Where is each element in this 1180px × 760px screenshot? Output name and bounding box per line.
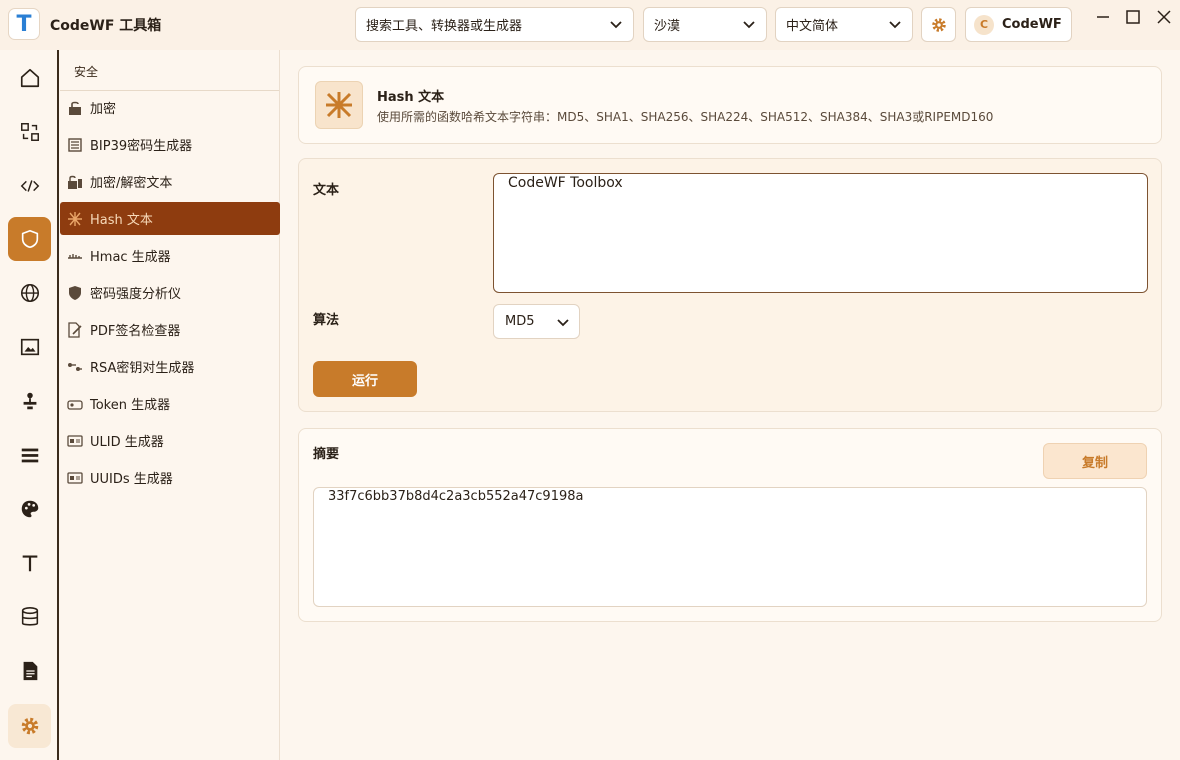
home-nav-button[interactable] <box>8 56 51 100</box>
minimize-icon[interactable] <box>1094 8 1112 26</box>
theme-value: 沙漠 <box>654 19 681 34</box>
settings-button[interactable] <box>921 7 956 42</box>
list-icon <box>21 448 38 463</box>
settings-nav-button[interactable] <box>8 704 51 748</box>
tool-header-card: Hash 文本 使用所需的函数哈希文本字符串：MD5、SHA1、SHA256、S… <box>298 66 1162 144</box>
search-placeholder: 搜索工具、转换器或生成器 <box>366 19 523 34</box>
avatar: C <box>974 14 994 35</box>
design-nav-button[interactable] <box>8 487 51 531</box>
run-button[interactable]: 运行 <box>313 361 417 397</box>
hmac-icon <box>66 247 84 265</box>
lock-key-icon <box>66 173 84 191</box>
search-select[interactable]: 搜索工具、转换器或生成器 <box>355 7 634 42</box>
globe-icon <box>20 283 39 303</box>
text-icon <box>22 555 37 572</box>
token-icon <box>66 395 84 413</box>
menu-item-uuids[interactable]: UUIDs 生成器 <box>60 461 280 494</box>
language-select[interactable]: 中文简体 <box>775 7 913 42</box>
security-nav-button[interactable] <box>8 217 51 261</box>
tool-menu: 安全 加密 BIP39密码生成器 加密/解密文本 Hash 文本 Hmac 生成… <box>60 50 280 760</box>
app-logo: T <box>8 8 40 40</box>
database-nav-button[interactable] <box>8 595 51 639</box>
output-card: 摘要 复制 33f7c6bb37b8d4c2a3cb552a47c9198a <box>298 428 1162 622</box>
lock-icon <box>66 99 84 117</box>
menu-item-label: 加密/解密文本 <box>90 176 173 191</box>
key-pair-icon <box>66 358 84 376</box>
shield-filled-icon <box>66 284 84 302</box>
menu-item-password-strength[interactable]: 密码强度分析仪 <box>60 276 280 309</box>
id-card-icon <box>66 432 84 450</box>
game-nav-button[interactable] <box>8 379 51 423</box>
tool-title: Hash 文本 <box>377 90 445 105</box>
menu-item-label: ULID 生成器 <box>90 435 164 450</box>
user-button[interactable]: C CodeWF <box>965 7 1072 42</box>
hash-icon <box>66 210 84 228</box>
menu-item-rsa-keypair[interactable]: RSA密钥对生成器 <box>60 350 280 383</box>
digest-output[interactable]: 33f7c6bb37b8d4c2a3cb552a47c9198a <box>313 487 1147 607</box>
text-label: 文本 <box>313 183 340 198</box>
maximize-icon[interactable] <box>1124 8 1142 26</box>
menu-item-label: UUIDs 生成器 <box>90 472 173 487</box>
image-nav-button[interactable] <box>8 325 51 369</box>
document-list-icon <box>66 136 84 154</box>
title-bar: T CodeWF 工具箱 搜索工具、转换器或生成器 沙漠 中文简体 C Code… <box>0 0 1180 50</box>
menu-item-hmac[interactable]: Hmac 生成器 <box>60 239 280 272</box>
copy-button[interactable]: 复制 <box>1043 443 1147 479</box>
chevron-down-icon <box>610 21 622 29</box>
home-icon <box>20 68 39 88</box>
shield-icon <box>21 229 38 249</box>
list-nav-button[interactable] <box>8 433 51 477</box>
input-form-card: 文本 CodeWF Toolbox 算法 MD5 运行 <box>298 158 1162 412</box>
menu-item-label: BIP39密码生成器 <box>90 139 193 154</box>
app-title: CodeWF 工具箱 <box>50 18 162 34</box>
tool-description: 使用所需的函数哈希文本字符串：MD5、SHA1、SHA256、SHA224、SH… <box>377 110 994 124</box>
menu-item-encrypt-decrypt[interactable]: 加密/解密文本 <box>60 165 280 198</box>
user-name: CodeWF <box>1002 17 1062 32</box>
menu-item-bip39[interactable]: BIP39密码生成器 <box>60 128 280 161</box>
code-nav-button[interactable] <box>8 164 51 208</box>
converter-nav-button[interactable] <box>8 110 51 154</box>
menu-item-label: Hmac 生成器 <box>90 250 171 265</box>
menu-item-label: RSA密钥对生成器 <box>90 361 195 376</box>
menu-item-label: Hash 文本 <box>90 213 153 228</box>
menu-item-ulid[interactable]: ULID 生成器 <box>60 424 280 457</box>
category-icon-bar <box>0 50 59 760</box>
text-nav-button[interactable] <box>8 541 51 585</box>
app-logo-letter: T <box>16 11 32 37</box>
digest-label: 摘要 <box>313 447 340 462</box>
algorithm-label: 算法 <box>313 313 340 328</box>
document-nav-button[interactable] <box>8 649 51 693</box>
text-input[interactable]: CodeWF Toolbox <box>493 173 1148 293</box>
network-nav-button[interactable] <box>8 271 51 315</box>
chevron-down-icon <box>889 21 901 29</box>
chevron-down-icon <box>557 319 569 327</box>
menu-item-label: 密码强度分析仪 <box>90 287 182 302</box>
image-icon <box>20 338 39 356</box>
theme-select[interactable]: 沙漠 <box>643 7 767 42</box>
chevron-down-icon <box>743 21 755 29</box>
database-icon <box>21 607 38 626</box>
menu-item-token[interactable]: Token 生成器 <box>60 387 280 420</box>
palette-icon <box>21 500 38 518</box>
hash-tool-icon <box>315 81 363 129</box>
id-card-icon <box>66 469 84 487</box>
algorithm-value: MD5 <box>505 314 535 329</box>
language-value: 中文简体 <box>786 19 839 34</box>
gear-icon <box>931 17 946 32</box>
document-icon <box>23 661 37 681</box>
menu-item-label: Token 生成器 <box>90 398 171 413</box>
menu-item-pdf-signature[interactable]: PDF签名检查器 <box>60 313 280 346</box>
code-icon <box>20 180 39 192</box>
joystick-icon <box>23 392 36 410</box>
settings-icon <box>21 717 38 735</box>
convert-icon <box>20 123 39 141</box>
menu-item-encrypt[interactable]: 加密 <box>60 91 280 124</box>
close-icon[interactable] <box>1155 8 1173 26</box>
menu-item-hash-text[interactable]: Hash 文本 <box>60 202 280 235</box>
menu-item-label: PDF签名检查器 <box>90 324 181 339</box>
pdf-sign-icon <box>66 321 84 339</box>
menu-category-title: 安全 <box>74 65 99 79</box>
menu-item-label: 加密 <box>90 102 117 117</box>
algorithm-select[interactable]: MD5 <box>493 304 580 339</box>
